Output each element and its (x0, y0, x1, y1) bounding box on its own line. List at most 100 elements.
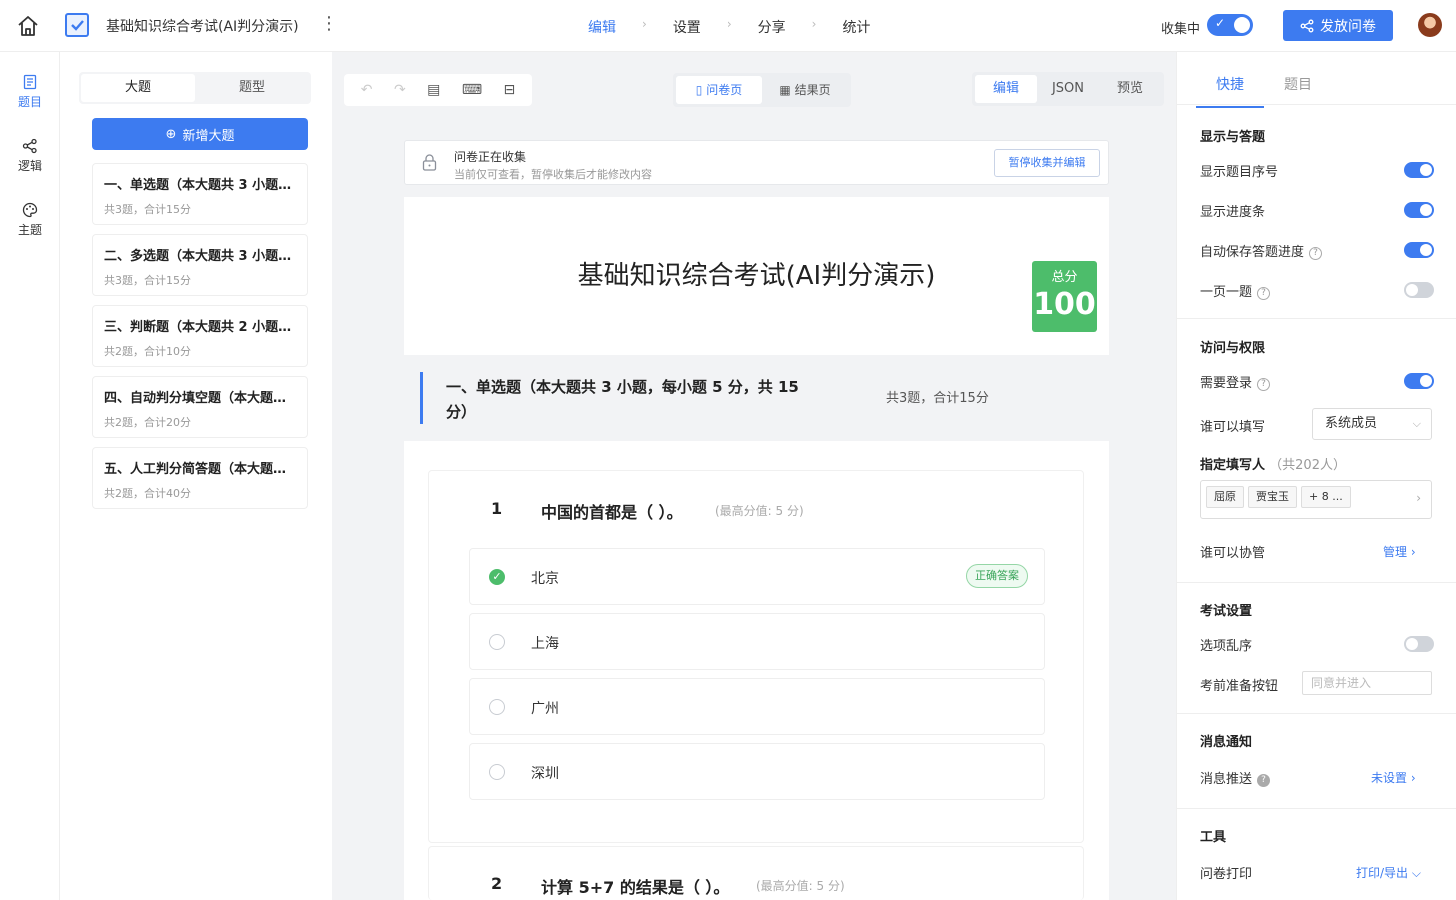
divider (1176, 808, 1456, 809)
publish-label: 发放问卷 (1320, 18, 1376, 35)
option-label: 上海 (531, 636, 559, 652)
who-can-fill-select[interactable]: 系统成员 ⌵ (1312, 408, 1432, 440)
manage-link[interactable]: 管理 › (1383, 543, 1416, 560)
one-per-page-row: 一页一题? (1200, 281, 1271, 300)
notice-heading: 问卷正在收集 (454, 150, 527, 164)
show-number-toggle[interactable] (1404, 162, 1434, 178)
home-icon[interactable] (16, 14, 40, 38)
page-switch: ▯ 问卷页 ▦ 结果页 (673, 73, 851, 107)
option-label: 北京 (531, 571, 559, 587)
option-item[interactable]: 广州 (469, 678, 1045, 735)
more-menu-icon[interactable]: ⋮ (320, 13, 338, 35)
option-label: 广州 (531, 701, 559, 717)
section-card[interactable]: 五、人工判分简答题（本大题共 2 小题） 共2题，合计40分 (92, 447, 308, 509)
question-number: 1 (491, 499, 503, 518)
help-icon[interactable]: ? (1257, 287, 1271, 300)
assigned-users-field[interactable]: 屈原 贾宝玉 + 8 ... › (1200, 480, 1432, 519)
help-icon[interactable]: ? (1257, 378, 1271, 391)
section-card-summary: 共2题，合计40分 (104, 487, 191, 500)
prep-button-input[interactable]: 同意并进入 (1302, 671, 1432, 695)
section-accent-bar (420, 372, 423, 424)
autosave-toggle[interactable] (1404, 242, 1434, 258)
setting-label: 考前准备按钮 (1200, 679, 1279, 694)
rail-item-questions[interactable]: 题目 (0, 74, 60, 110)
more-users-tag: + 8 ... (1301, 486, 1351, 508)
setting-label: 消息推送 (1200, 772, 1253, 787)
mode-switch: 编辑 JSON 预览 (972, 72, 1164, 106)
check-circle-icon: ✓ (489, 569, 505, 585)
section-card[interactable]: 四、自动判分填空题（本大题共 2 小题） 共2题，合计20分 (92, 376, 308, 438)
help-icon[interactable]: ? (1309, 247, 1323, 260)
print-export-link[interactable]: 打印/导出 ⌵ (1356, 864, 1421, 881)
tab-preview-mode[interactable]: 预览 (1099, 75, 1161, 103)
tab-quick[interactable]: 快捷 (1196, 74, 1264, 108)
tab-sections[interactable]: 大题 (81, 74, 195, 102)
correct-answer-badge: 正确答案 (966, 564, 1028, 588)
collecting-toggle[interactable]: ✓ (1207, 14, 1253, 36)
step-stats[interactable]: 统计 (842, 17, 870, 37)
undo-icon[interactable]: ↶ (361, 82, 373, 98)
section-card[interactable]: 二、多选题（本大题共 3 小题，每小题 5 分，共 15 分） 共3题，合计15… (92, 234, 308, 296)
setting-label: 自动保存答题进度 (1200, 245, 1305, 260)
section-header[interactable]: 一、单选题（本大题共 3 小题，每小题 5 分，共 15 分） 共3题，合计15… (404, 355, 1109, 441)
divider (1176, 582, 1456, 583)
option-item[interactable]: ✓ 北京 正确答案 (469, 548, 1045, 605)
edit-toolbar: ↶ ↷ ▤ ⌨ ⊟ (344, 74, 532, 106)
question-max-score: (最高分值: 5 分) (756, 879, 845, 893)
radio-icon (489, 699, 505, 715)
step-edit[interactable]: 编辑 (588, 17, 616, 37)
login-toggle[interactable] (1404, 373, 1434, 389)
tab-edit-mode[interactable]: 编辑 (975, 75, 1037, 103)
assigned-row: 指定填写人 （共202人） (1200, 454, 1346, 473)
document-title[interactable]: 基础知识综合考试(AI判分演示) (106, 16, 299, 36)
settings-tabs: 快捷 题目 (1196, 74, 1332, 108)
user-avatar[interactable] (1418, 13, 1442, 37)
show-progress-toggle[interactable] (1404, 202, 1434, 218)
section-card[interactable]: 一、单选题（本大题共 3 小题，每小题 5 分，共 15 分） 共3题，合计15… (92, 163, 308, 225)
share-icon (1300, 19, 1314, 32)
notice-description: 当前仅可查看，暂停收集后才能修改内容 (454, 168, 652, 181)
step-chevron-icon: › (642, 17, 647, 31)
question-text: 计算 5+7 的结果是（ ）。 (541, 878, 730, 897)
section-card-summary: 共2题，合计20分 (104, 416, 191, 429)
assigned-count: （共202人） (1269, 458, 1346, 473)
tab-json-mode[interactable]: JSON (1037, 75, 1099, 103)
login-row: 需要登录? (1200, 372, 1271, 391)
tab-survey-page[interactable]: ▯ 问卷页 (676, 76, 762, 104)
publish-button[interactable]: 发放问卷 (1283, 10, 1393, 41)
section-card[interactable]: 三、判断题（本大题共 2 小题，每小题 5 分，共 10 分） 共2题，合计10… (92, 305, 308, 367)
question-card[interactable]: 2 计算 5+7 的结果是（ ）。 (最高分值: 5 分) (428, 846, 1084, 900)
setting-label: 指定填写人 (1200, 458, 1266, 473)
tab-question[interactable]: 题目 (1264, 74, 1332, 108)
redo-icon[interactable]: ↷ (394, 82, 406, 98)
tab-result-page[interactable]: ▦ 结果页 (762, 76, 848, 104)
batch-edit-icon[interactable]: ▤ (427, 82, 440, 98)
push-setup-link[interactable]: 未设置 › (1371, 769, 1416, 786)
keyboard-icon[interactable]: ⌨ (462, 82, 482, 98)
tools-heading: 工具 (1200, 830, 1227, 845)
tab-question-types[interactable]: 题型 (195, 74, 309, 102)
step-settings[interactable]: 设置 (673, 17, 701, 37)
rail-item-logic[interactable]: 逻辑 (0, 138, 60, 174)
add-section-button[interactable]: ⊕ 新增大题 (92, 118, 308, 150)
help-icon[interactable]: ? (1257, 774, 1271, 787)
question-card[interactable]: 1 中国的首都是（ ）。 (最高分值: 5 分) ✓ 北京 正确答案 上海 广州… (428, 470, 1084, 843)
pause-and-edit-button[interactable]: 暂停收集并编辑 (994, 149, 1100, 177)
chevron-right-icon: › (1416, 491, 1421, 505)
display-heading: 显示与答题 (1200, 130, 1266, 145)
option-item[interactable]: 上海 (469, 613, 1045, 670)
setting-label: 需要登录 (1200, 376, 1253, 391)
survey-app-icon (65, 13, 89, 37)
top-bar: 基础知识综合考试(AI判分演示) ⋮ 编辑 › 设置 › 分享 › 统计 收集中… (0, 0, 1456, 52)
section-card-title: 三、判断题（本大题共 2 小题，每小题 5 分，共 10 分） (104, 320, 296, 335)
shuffle-toggle[interactable] (1404, 636, 1434, 652)
step-share[interactable]: 分享 (758, 17, 786, 37)
one-per-page-toggle[interactable] (1404, 282, 1434, 298)
setting-label: 谁可以协管 (1200, 546, 1266, 561)
rail-item-theme[interactable]: 主题 (0, 202, 60, 238)
option-item[interactable]: 深圳 (469, 743, 1045, 800)
setting-label: 显示题目序号 (1200, 165, 1279, 180)
export-icon[interactable]: ⊟ (504, 82, 516, 98)
paper-title[interactable]: 基础知识综合考试(AI判分演示) (404, 255, 1109, 292)
select-value: 系统成员 (1325, 416, 1378, 431)
